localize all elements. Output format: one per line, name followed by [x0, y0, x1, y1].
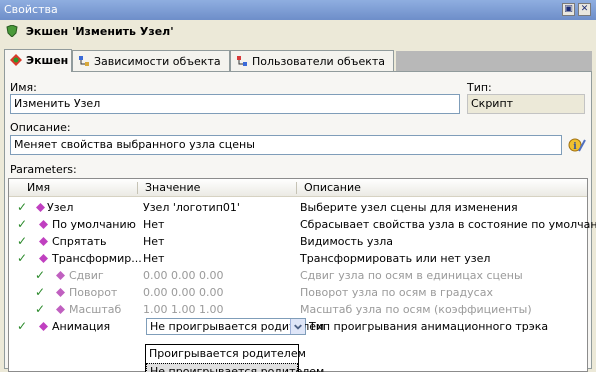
users-icon — [237, 56, 247, 66]
action-icon — [10, 54, 22, 66]
close-icon[interactable]: ✕ — [578, 3, 591, 16]
action-title: Экшен 'Изменить Узел' — [25, 25, 174, 38]
column-description[interactable]: Описание — [300, 179, 361, 197]
param-description: Сбрасывает свойства узла в состояние по … — [300, 218, 596, 231]
check-icon[interactable]: ✓ — [35, 301, 45, 318]
param-gem-icon — [56, 305, 65, 314]
param-description: Поворот узла по осям в градусах — [300, 286, 493, 299]
param-value[interactable]: Нет — [143, 250, 164, 267]
tab-dependencies-label: Зависимости объекта — [94, 55, 221, 68]
tab-bar-filler — [396, 51, 592, 71]
param-gem-icon — [39, 254, 48, 263]
window-title: Свойства — [4, 3, 58, 16]
column-value[interactable]: Значение — [141, 179, 200, 197]
type-field: Скрипт — [467, 94, 585, 114]
animation-dropdown-list: Проигрывается родителем Не проигрывается… — [145, 344, 324, 372]
name-label: Имя: — [10, 81, 37, 94]
info-edit-icon[interactable]: i — [568, 136, 586, 154]
tab-action-label: Экшен — [26, 54, 69, 67]
param-row-default[interactable]: ✓ По умолчанию Нет Сбрасывает свойства у… — [9, 216, 596, 233]
action-header: Экшен 'Изменить Узел' — [0, 20, 596, 44]
check-icon[interactable]: ✓ — [17, 318, 27, 335]
param-description: Масштаб узла по осям (коэффициенты) — [300, 303, 532, 316]
shield-icon — [6, 25, 18, 37]
param-name: Трансформир... — [52, 252, 142, 265]
param-description: Сдвиг узла по осям в единицах сцены — [300, 269, 523, 282]
dropdown-option[interactable]: Проигрывается родителем — [146, 346, 306, 362]
column-name[interactable]: Имя — [23, 179, 50, 197]
param-gem-icon — [56, 271, 65, 280]
param-name: Поворот — [69, 286, 118, 299]
check-icon[interactable]: ✓ — [17, 250, 27, 267]
param-row-rotate[interactable]: ✓ Поворот 0.00 0.00 0.00 Поворот узла по… — [9, 284, 587, 301]
restore-icon[interactable]: ▣ — [562, 3, 575, 16]
param-description: Трансформировать или нет узел — [300, 252, 491, 265]
dependencies-icon — [79, 56, 89, 66]
param-value[interactable]: 1.00 1.00 1.00 — [143, 301, 223, 318]
name-field[interactable]: Изменить Узел — [10, 94, 460, 114]
param-gem-icon — [56, 288, 65, 297]
check-icon[interactable]: ✓ — [17, 233, 27, 250]
tab-action[interactable]: Экшен — [4, 49, 72, 72]
param-name: Сдвиг — [69, 269, 104, 282]
parameters-grid: Имя Значение Описание ✓ Узел Узел 'логот… — [8, 178, 596, 372]
tab-bar: Экшен Зависимости объекта Пользователи о… — [4, 49, 592, 72]
param-row-transform[interactable]: ✓ Трансформир... Нет Трансформировать ил… — [9, 250, 587, 267]
grid-header: Имя Значение Описание — [9, 179, 587, 197]
param-description: Выберите узел сцены для изменения — [300, 201, 518, 214]
dropdown-option-selected[interactable]: Не проигрывается родителем — [146, 363, 324, 372]
param-value[interactable]: Нет — [143, 233, 164, 250]
column-separator[interactable] — [296, 182, 297, 194]
param-name: По умолчанию — [52, 218, 136, 231]
param-name: Анимация — [52, 320, 111, 333]
parameters-label: Parameters: — [10, 163, 77, 176]
param-gem-icon — [39, 220, 48, 229]
param-row-node[interactable]: ✓ Узел Узел 'логотип01' Выберите узел сц… — [9, 199, 587, 216]
description-field[interactable]: Меняет свойства выбранного узла сцены — [10, 135, 562, 155]
check-icon[interactable]: ✓ — [17, 199, 27, 216]
param-row-translate[interactable]: ✓ Сдвиг 0.00 0.00 0.00 Сдвиг узла по ося… — [9, 267, 587, 284]
window-titlebar: Свойства ▣ ✕ — [0, 0, 596, 20]
param-name: Узел — [47, 201, 74, 214]
param-value[interactable]: Узел 'логотип01' — [143, 199, 240, 216]
param-name: Масштаб — [69, 303, 122, 316]
type-label: Тип: — [467, 81, 492, 94]
param-description: Видимость узла — [300, 235, 394, 248]
param-row-scale[interactable]: ✓ Масштаб 1.00 1.00 1.00 Масштаб узла по… — [9, 301, 587, 318]
tab-dependencies[interactable]: Зависимости объекта — [72, 50, 230, 71]
param-value[interactable]: 0.00 0.00 0.00 — [143, 284, 223, 301]
chevron-down-icon[interactable] — [290, 319, 305, 334]
column-separator[interactable] — [137, 182, 138, 194]
param-gem-icon — [39, 237, 48, 246]
param-description: Тип проигрывания анимационного трэка — [309, 320, 549, 333]
param-gem-icon — [39, 322, 48, 331]
check-icon[interactable]: ✓ — [17, 216, 27, 233]
param-value[interactable]: Нет — [143, 216, 164, 233]
tab-users-label: Пользователи объекта — [252, 55, 386, 68]
animation-select[interactable]: Не проигрывается родителем — [146, 318, 324, 335]
description-label: Описание: — [10, 121, 71, 134]
tab-users[interactable]: Пользователи объекта — [230, 50, 394, 71]
param-name: Спрятать — [52, 235, 107, 248]
check-icon[interactable]: ✓ — [35, 284, 45, 301]
check-icon[interactable]: ✓ — [35, 267, 45, 284]
param-row-hide[interactable]: ✓ Спрятать Нет Видимость узла — [9, 233, 587, 250]
param-row-animation[interactable]: ✓ Анимация Не проигрывается родителем Ти… — [9, 318, 587, 335]
param-value[interactable]: 0.00 0.00 0.00 — [143, 267, 223, 284]
param-gem-icon — [36, 203, 45, 212]
svg-text:i: i — [573, 142, 577, 152]
